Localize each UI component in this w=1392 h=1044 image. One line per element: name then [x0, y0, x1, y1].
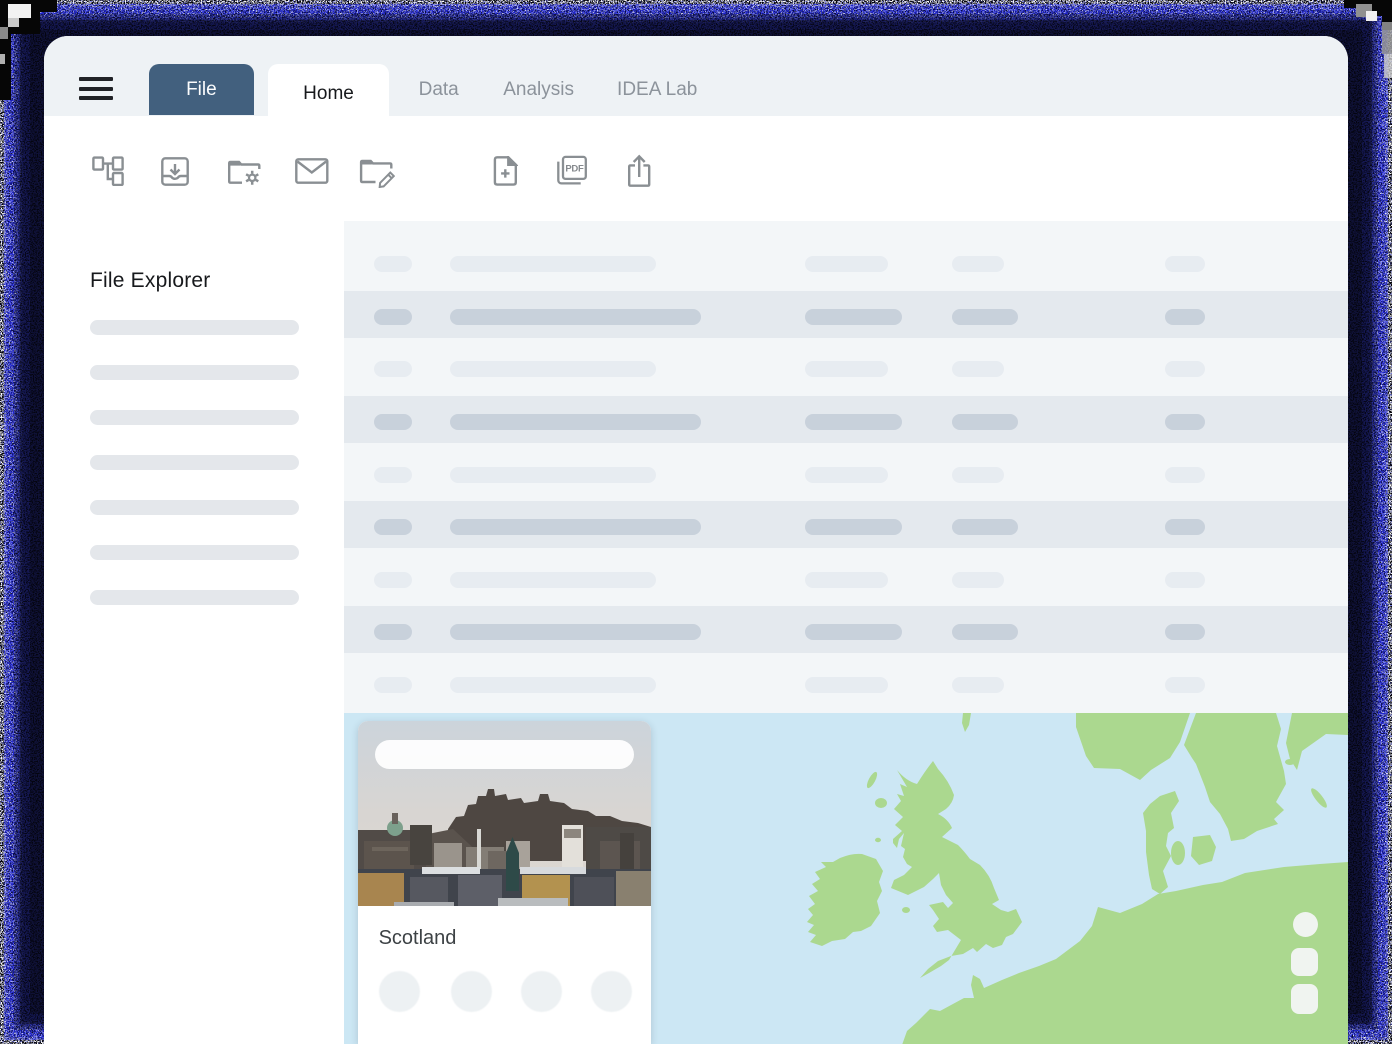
svg-text:PDF: PDF	[565, 163, 584, 174]
